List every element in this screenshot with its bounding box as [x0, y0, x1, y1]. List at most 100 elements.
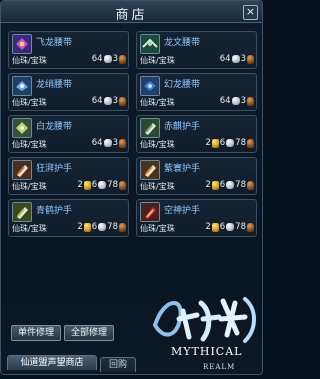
- shop-item[interactable]: 幻龙腰带 仙珠/宝珠 64 3: [136, 73, 257, 111]
- item-name: 幻龙腰带: [164, 80, 201, 90]
- green-gauntlet-icon: [140, 118, 160, 138]
- gold-coin-icon: [211, 138, 219, 148]
- price-gold: 2: [205, 180, 211, 190]
- silver-coin-icon: [231, 55, 240, 63]
- item-currency: 仙珠/宝珠: [12, 182, 47, 191]
- shop-item[interactable]: 青鹤护手 仙珠/宝珠 2 6 78: [8, 199, 129, 237]
- item-price: 2 6 78: [204, 180, 254, 190]
- game-logo: MYTHICAL REALM: [145, 289, 263, 375]
- copper-coin-icon: [247, 180, 254, 190]
- price-gold: 2: [205, 222, 211, 232]
- price-silver: 64: [91, 54, 103, 64]
- silver-coin-icon: [103, 139, 112, 147]
- price-copper: 78: [107, 180, 118, 190]
- copper-coin-icon: [119, 180, 126, 190]
- gold-coin-icon: [211, 180, 219, 190]
- shop-item[interactable]: 龙文腰带 仙珠/宝珠 64 3: [136, 31, 257, 69]
- repair-single-button[interactable]: 单件修理: [11, 325, 61, 341]
- price-silver: 6: [219, 222, 226, 232]
- shop-item[interactable]: 狂湃护手 仙珠/宝珠 2 6 78: [8, 157, 129, 195]
- silver-coin-icon: [98, 181, 107, 189]
- logo-text-en1: MYTHICAL: [171, 345, 242, 358]
- gold-coin-icon: [83, 222, 91, 232]
- price-silver: 6: [91, 180, 98, 190]
- close-icon[interactable]: ×: [243, 5, 258, 20]
- item-name: 龙文腰带: [164, 38, 201, 48]
- price-gold: 2: [77, 222, 83, 232]
- price-gold: 2: [205, 138, 211, 148]
- price-copper: 78: [235, 138, 246, 148]
- item-currency: 仙珠/宝珠: [140, 182, 175, 191]
- gold-coin-icon: [83, 180, 91, 190]
- shop-item[interactable]: 飞龙腰带 仙珠/宝珠 64 3: [8, 31, 129, 69]
- shop-item[interactable]: 空神护手 仙珠/宝珠 2 6 78: [136, 199, 257, 237]
- item-name: 紫寰护手: [164, 164, 201, 174]
- silver-coin-icon: [226, 181, 235, 189]
- price-copper: 3: [112, 96, 118, 106]
- copper-coin-icon: [119, 96, 126, 106]
- item-currency: 仙珠/宝珠: [12, 56, 47, 65]
- silver-coin-icon: [103, 55, 112, 63]
- silver-coin-icon: [226, 223, 235, 231]
- price-copper: 78: [107, 222, 118, 232]
- green-gauntlet-icon: [12, 202, 32, 222]
- green-belt-icon: [140, 34, 160, 54]
- copper-coin-icon: [247, 138, 254, 148]
- silver-coin-icon: [231, 97, 240, 105]
- copper-coin-icon: [247, 96, 254, 106]
- item-price: 2 6 78: [76, 180, 126, 190]
- item-price: 2 6 78: [204, 222, 254, 232]
- item-price: 64 3: [219, 54, 254, 64]
- price-copper: 3: [112, 54, 118, 64]
- item-currency: 仙珠/宝珠: [140, 224, 175, 233]
- shop-window: 商店 × 飞龙腰带 仙珠/宝珠 64 3 龙文腰带 仙珠/宝珠 64 3 龙绡腰…: [0, 0, 263, 375]
- silver-coin-icon: [226, 139, 235, 147]
- logo-text-en2: REALM: [203, 363, 235, 371]
- item-currency: 仙珠/宝珠: [140, 140, 175, 149]
- item-price: 64 3: [219, 96, 254, 106]
- blue-belt-icon: [140, 76, 160, 96]
- jade-belt-icon: [12, 118, 32, 138]
- purple-belt-icon: [12, 34, 32, 54]
- item-price: 64 3: [91, 54, 126, 64]
- shop-item[interactable]: 龙绡腰带 仙珠/宝珠 64 3: [8, 73, 129, 111]
- item-currency: 仙珠/宝珠: [12, 224, 47, 233]
- item-price: 2 6 78: [76, 222, 126, 232]
- copper-coin-icon: [247, 54, 254, 64]
- orange-gauntlet-icon: [12, 160, 32, 180]
- item-name: 狂湃护手: [36, 164, 73, 174]
- price-silver: 6: [219, 180, 226, 190]
- title-bar[interactable]: 商店 ×: [1, 1, 262, 23]
- item-price: 2 6 78: [204, 138, 254, 148]
- copper-coin-icon: [247, 222, 254, 232]
- shop-item[interactable]: 紫寰护手 仙珠/宝珠 2 6 78: [136, 157, 257, 195]
- copper-coin-icon: [119, 54, 126, 64]
- gold-coin-icon: [211, 222, 219, 232]
- blue-belt-icon: [12, 76, 32, 96]
- item-name: 白龙腰带: [36, 122, 73, 132]
- shop-item[interactable]: 赤麒护手 仙珠/宝珠 2 6 78: [136, 115, 257, 153]
- red-gauntlet-icon: [140, 202, 160, 222]
- item-name: 青鹤护手: [36, 206, 73, 216]
- item-price: 64 3: [91, 138, 126, 148]
- price-copper: 78: [235, 222, 246, 232]
- item-name: 龙绡腰带: [36, 80, 73, 90]
- price-silver: 64: [219, 54, 231, 64]
- orange-gauntlet-icon: [140, 160, 160, 180]
- price-silver: 64: [219, 96, 231, 106]
- tab-league-shop[interactable]: 仙道盟声望商店: [7, 355, 97, 370]
- copper-coin-icon: [119, 138, 126, 148]
- silver-coin-icon: [98, 223, 107, 231]
- item-name: 空神护手: [164, 206, 201, 216]
- shop-item[interactable]: 白龙腰带 仙珠/宝珠 64 3: [8, 115, 129, 153]
- price-silver: 64: [91, 96, 103, 106]
- price-silver: 6: [219, 138, 226, 148]
- item-currency: 仙珠/宝珠: [140, 56, 175, 65]
- repair-all-button[interactable]: 全部修理: [64, 325, 114, 341]
- item-price: 64 3: [91, 96, 126, 106]
- tab-buyback[interactable]: 回购: [100, 357, 136, 372]
- price-copper: 78: [235, 180, 246, 190]
- item-currency: 仙珠/宝珠: [140, 98, 175, 107]
- price-copper: 3: [112, 138, 118, 148]
- window-title: 商店: [115, 8, 148, 23]
